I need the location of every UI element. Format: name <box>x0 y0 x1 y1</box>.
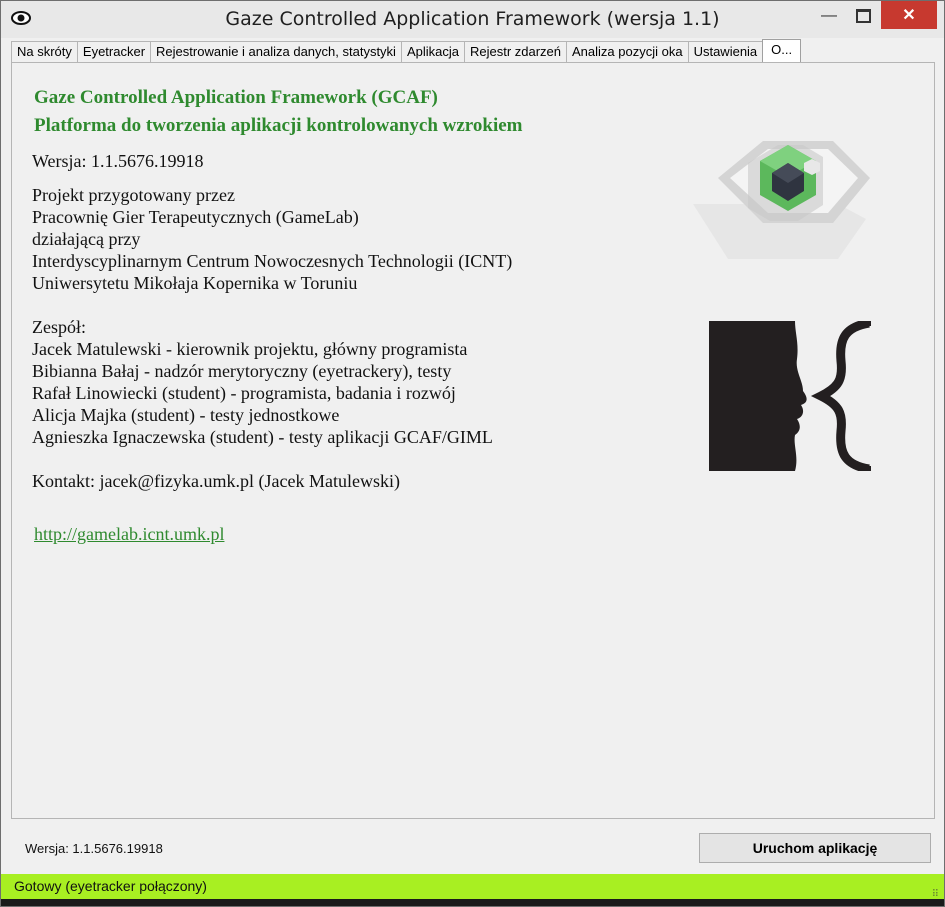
team-member: Rafał Linowiecki (student) - programista… <box>32 383 456 403</box>
team-member: Bibianna Bałaj - nadzór merytoryczny (ey… <box>32 361 452 381</box>
project-line: działającą przy <box>32 229 141 249</box>
tab-recording[interactable]: Rejestrowanie i analiza danych, statysty… <box>150 41 402 62</box>
team-title: Zespół: <box>32 317 86 337</box>
team-member: Jacek Matulewski - kierownik projektu, g… <box>32 339 468 359</box>
tab-settings[interactable]: Ustawienia <box>687 41 764 62</box>
gamelab-link[interactable]: http://gamelab.icnt.umk.pl <box>34 524 224 545</box>
tab-eyetracker[interactable]: Eyetracker <box>76 41 152 62</box>
about-panel: Gaze Controlled Application Framework (G… <box>11 62 935 819</box>
window-title: Gaze Controlled Application Framework (w… <box>225 8 720 30</box>
about-heading-subtitle: Platforma do tworzenia aplikacji kontrol… <box>34 115 523 136</box>
tab-application[interactable]: Aplikacja <box>400 41 465 62</box>
run-application-button[interactable]: Uruchom aplikację <box>699 833 931 863</box>
project-line: Projekt przygotowany przez <box>32 185 235 205</box>
project-line: Uniwersytetu Mikołaja Kopernika w Toruni… <box>32 273 358 293</box>
status-bar: Gotowy (eyetracker połączony) ⠿ <box>1 874 944 900</box>
project-line: Interdyscyplinarnym Centrum Nowoczesnych… <box>32 251 513 271</box>
bottom-edge <box>1 899 944 906</box>
tab-strip: Na skróty Eyetracker Rejestrowanie i ana… <box>11 39 802 63</box>
about-version: Wersja: 1.1.5676.19918 <box>32 151 204 171</box>
project-line: Pracownię Gier Terapeutycznych (GameLab) <box>32 207 359 227</box>
main-window: Gaze Controlled Application Framework (w… <box>0 0 945 907</box>
about-heading-title: Gaze Controlled Application Framework (G… <box>34 87 438 108</box>
tab-event-log[interactable]: Rejestr zdarzeń <box>463 41 568 62</box>
status-text: Gotowy (eyetracker połączony) <box>14 878 207 894</box>
footer-version: Wersja: 1.1.5676.19918 <box>25 841 163 856</box>
close-icon[interactable]: ✕ <box>881 1 937 29</box>
gcaf-logo <box>693 141 870 259</box>
team-member: Agnieszka Ignaczewska (student) - testy … <box>32 427 493 447</box>
face-profile-logo <box>709 321 871 471</box>
team-member: Alicja Majka (student) - testy jednostko… <box>32 405 340 425</box>
contact-text: Kontakt: jacek@fizyka.umk.pl (Jacek Matu… <box>32 471 400 491</box>
maximize-icon[interactable] <box>843 1 883 31</box>
tab-shortcuts[interactable]: Na skróty <box>11 41 78 62</box>
tab-about[interactable]: O... <box>762 39 802 62</box>
tab-eye-position[interactable]: Analiza pozycji oka <box>566 41 689 62</box>
title-bar[interactable]: Gaze Controlled Application Framework (w… <box>1 1 944 38</box>
